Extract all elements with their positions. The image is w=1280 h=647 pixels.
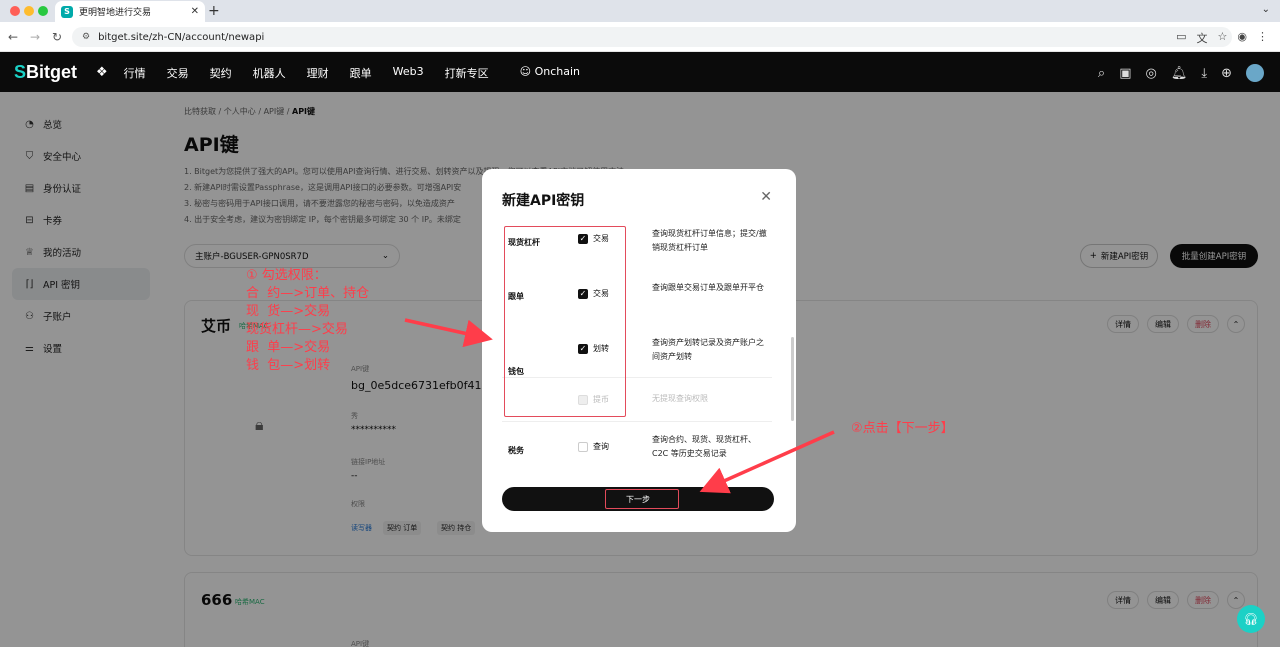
nav-item-web3[interactable]: Web3 — [393, 65, 424, 81]
toolbar-icons: ▭ 文 ☆ ◉ ⋮ — [1176, 30, 1268, 46]
support-headset-icon[interactable]: 🎧︎ — [1237, 605, 1265, 633]
back-icon[interactable]: ← — [8, 30, 18, 44]
option-label: 查询 — [593, 442, 609, 451]
annotation-highlight-box — [605, 489, 679, 509]
browser-tab[interactable]: S 更明智地进行交易 ✕ — [55, 1, 205, 22]
address-bar[interactable]: ⚙ bitget.site/zh-CN/account/newapi — [72, 27, 1232, 47]
bookmark-star-icon[interactable]: ☆ — [1218, 30, 1228, 46]
permission-category: 税务 — [508, 446, 524, 455]
onchain-icon: ☺ — [519, 65, 535, 78]
permission-desc: 查询跟单交易订单及跟单开平仓 — [652, 283, 764, 292]
nav-item-earn[interactable]: 理财 — [307, 65, 329, 81]
checkbox-unchecked-icon — [578, 441, 588, 452]
translate-icon[interactable]: 文 — [1197, 30, 1208, 46]
profile-icon[interactable]: ◉ — [1237, 30, 1247, 46]
annotation-highlight-box — [504, 226, 626, 417]
notification-bell-icon[interactable]: 🔔︎ — [1171, 66, 1188, 81]
forward-icon[interactable]: → — [30, 30, 40, 44]
tab-title: 更明智地进行交易 — [79, 8, 152, 18]
logo-mark: S — [14, 62, 27, 82]
nav-item-bots[interactable]: 机器人 — [253, 65, 286, 81]
annotation-step2: ②点击【下一步】 — [851, 421, 954, 436]
modal-title: 新建API密钥 — [502, 193, 585, 209]
cast-icon[interactable]: ▭ — [1176, 30, 1186, 46]
close-icon[interactable]: ✕ — [760, 189, 772, 205]
logo-text: Bitget — [26, 62, 78, 82]
language-globe-icon[interactable]: ⊕ — [1221, 66, 1232, 81]
download-icon[interactable]: ⤓ — [1201, 66, 1207, 81]
favicon-icon: S — [61, 5, 73, 18]
bitget-logo[interactable]: SBitget — [14, 62, 77, 83]
main-nav: ❖ 行情 交易 契约 机器人 理财 跟单 Web3 打新专区 ☺ Onchain — [96, 65, 601, 81]
nav-item-copy-trading[interactable]: 跟单 — [350, 65, 372, 81]
search-icon[interactable]: ⌕ — [1098, 66, 1105, 81]
permission-desc: 查询资产划转记录及资产账户之间资产划转 — [652, 338, 764, 361]
nav-item-launchpad[interactable]: 打新专区 — [445, 65, 489, 81]
browser-toolbar: ← → ↻ ⚙ bitget.site/zh-CN/account/newapi… — [0, 22, 1280, 52]
header-icons: ⌕ ▣ ◎ 🔔︎ ⤓ ⊕ — [1098, 64, 1264, 82]
tab-list-chevron-icon[interactable]: ⌄ — [1262, 4, 1270, 15]
permission-row-tax: 税务 查询 查询合约、现货、现货杠杆、C2C 等历史交易记录 — [502, 422, 772, 476]
tax-query-checkbox[interactable]: 查询 — [578, 441, 609, 452]
nav-item-contracts[interactable]: 契约 — [210, 65, 232, 81]
reload-icon[interactable]: ↻ — [52, 30, 62, 44]
close-tab-icon[interactable]: ✕ — [191, 6, 199, 17]
permission-desc: 无提现查询权限 — [652, 394, 708, 403]
nav-item-onchain[interactable]: ☺ Onchain — [520, 65, 580, 81]
maximize-window-button[interactable] — [38, 6, 48, 16]
annotation-step1: ① 勾选权限： 合 约—>订单、持仓 现 货—>交易 现货杠杆—>交易 跟 单—… — [246, 268, 370, 373]
close-window-button[interactable] — [10, 6, 20, 16]
nav-item-market[interactable]: 行情 — [124, 65, 146, 81]
wallet-icon[interactable]: ▣ — [1119, 66, 1131, 81]
modal-scrollbar[interactable] — [791, 337, 794, 421]
apps-grid-icon[interactable]: ❖ — [96, 65, 108, 81]
site-header: SBitget ❖ 行情 交易 契约 机器人 理财 跟单 Web3 打新专区 ☺… — [0, 52, 1280, 92]
onchain-label: Onchain — [534, 65, 581, 78]
nav-item-trade[interactable]: 交易 — [167, 65, 189, 81]
browser-tab-bar: S 更明智地进行交易 ✕ + ⌄ — [0, 0, 1280, 22]
permission-desc: 查询合约、现货、现货杠杆、C2C 等历史交易记录 — [652, 435, 756, 458]
avatar[interactable] — [1246, 64, 1264, 82]
url-text: bitget.site/zh-CN/account/newapi — [98, 31, 265, 43]
menu-dots-icon[interactable]: ⋮ — [1257, 30, 1268, 46]
orders-icon[interactable]: ◎ — [1145, 66, 1156, 81]
site-info-icon[interactable]: ⚙ — [82, 32, 90, 42]
permission-desc: 查询现货杠杆订单信息；提交/撤销现货杠杆订单 — [652, 229, 767, 252]
minimize-window-button[interactable] — [24, 6, 34, 16]
new-tab-icon[interactable]: + — [208, 3, 220, 19]
